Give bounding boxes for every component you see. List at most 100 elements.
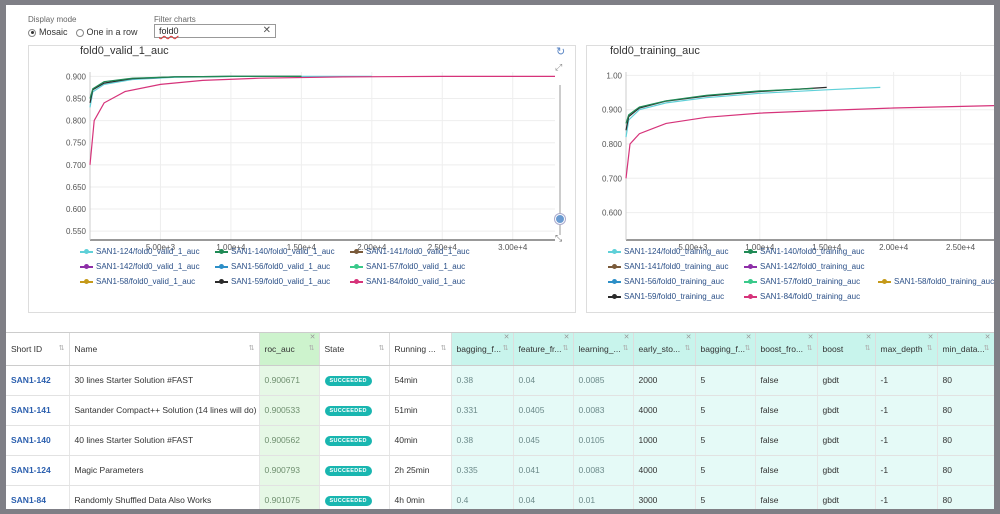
legend-item[interactable]: SAN1-84/fold0_valid_1_auc — [350, 277, 465, 286]
legend-item[interactable]: SAN1-140/fold0_training_auc — [744, 247, 865, 256]
column-header[interactable]: feature_fr... ⇅ ✕ — [513, 333, 574, 366]
cell-state: SUCCEEDED — [319, 455, 390, 486]
legend-item[interactable]: SAN1-124/fold0_valid_1_auc — [80, 247, 200, 256]
radio-unchecked-icon — [75, 28, 84, 37]
pan-icon[interactable]: ⤢ — [555, 62, 562, 73]
cell-state: SUCCEEDED — [319, 485, 390, 509]
column-header[interactable]: max_depth ⇅ ✕ — [875, 333, 938, 366]
chart-training-plot[interactable]: 1.000.9000.8000.7000.6005.00e+3 1.00e+4 1.… — [588, 60, 994, 250]
run-id-link[interactable]: SAN1-84 — [11, 495, 46, 505]
table-row[interactable]: SAN1-84 Randomly Shuffled Data Also Works… — [6, 485, 994, 509]
legend-item[interactable]: SAN1-141/fold0_valid_1_auc — [350, 247, 470, 256]
cell-parameter: 5 — [695, 485, 756, 509]
legend-item[interactable]: SAN1-142/fold0_valid_1_auc — [80, 262, 200, 271]
legend-item[interactable]: SAN1-140/fold0_valid_1_auc — [215, 247, 335, 256]
filter-input[interactable]: fold0 ✕ — [154, 24, 276, 38]
legend-item[interactable]: SAN1-56/fold0_training_auc — [608, 277, 724, 286]
column-header[interactable]: Running ... ⇅ — [389, 333, 452, 366]
chart-valid-plot[interactable]: 0.900 0.850 0.800 0.750 0.700 0.650 0.600 0.550… — [28, 60, 558, 250]
status-badge: SUCCEEDED — [324, 406, 372, 416]
legend-item[interactable]: SAN1-59/fold0_training_auc — [608, 292, 724, 301]
table-row[interactable]: SAN1-124 Magic Parameters 0.900793 SUCCEEDE… — [6, 455, 994, 486]
remove-column-icon[interactable]: ✕ — [564, 333, 570, 341]
legend-item[interactable]: SAN1-58/fold0_training_auc — [878, 277, 994, 286]
mode-mosaic-option[interactable]: Mosaic — [28, 27, 68, 37]
series-line-san1-140[interactable] — [89, 75, 302, 99]
smoothing-slider-handle[interactable] — [555, 214, 565, 224]
column-header[interactable]: State ⇅ — [319, 333, 390, 366]
table-row[interactable]: SAN1-140 40 lines Starter Solution #FAST 0… — [6, 425, 994, 456]
y-tick-label: 1.00 — [606, 71, 622, 80]
remove-column-icon[interactable]: ✕ — [310, 333, 316, 341]
column-header[interactable]: Name ⇅ — [69, 333, 260, 366]
cell-parameter: gbdt — [817, 485, 876, 509]
cell-parameter: 0.0083 — [573, 395, 634, 426]
remove-column-icon[interactable]: ✕ — [624, 333, 630, 341]
cell-short-id[interactable]: SAN1-142 — [6, 365, 70, 396]
cell-parameter: 0.331 — [451, 395, 514, 426]
column-header[interactable]: Short ID ⇅ — [6, 333, 70, 366]
legend-item[interactable]: SAN1-56/fold0_valid_1_auc — [215, 262, 330, 271]
y-tick-label: 0.800 — [602, 140, 623, 149]
legend-item[interactable]: SAN1-57/fold0_training_auc — [744, 277, 860, 286]
mode-one-in-row-option[interactable]: One in a row — [75, 27, 138, 37]
reset-zoom-icon[interactable]: ↻ — [556, 45, 565, 58]
series-line-san1-84[interactable] — [625, 105, 994, 179]
legend-item[interactable]: SAN1-57/fold0_valid_1_auc — [350, 262, 465, 271]
chart-settings-icon[interactable]: ⤡ — [555, 233, 562, 244]
sort-icon[interactable]: ⇅ — [685, 344, 691, 352]
sort-icon[interactable]: ⇅ — [503, 344, 509, 352]
legend-item[interactable]: SAN1-58/fold0_valid_1_auc — [80, 277, 195, 286]
run-id-link[interactable]: SAN1-140 — [11, 435, 51, 445]
smoothing-slider-track[interactable] — [559, 85, 561, 235]
sort-icon[interactable]: ⇅ — [563, 344, 569, 352]
table-row[interactable]: SAN1-141 Santander Compact++ Solution (14… — [6, 395, 994, 426]
y-tick-label: 0.650 — [66, 183, 87, 192]
sort-icon[interactable]: ⇅ — [865, 344, 871, 352]
column-header[interactable]: boost ⇅ ✕ — [817, 333, 876, 366]
cell-short-id[interactable]: SAN1-124 — [6, 455, 70, 486]
sort-icon[interactable]: ⇅ — [59, 344, 65, 352]
column-header[interactable]: bagging_f... ⇅ ✕ — [695, 333, 756, 366]
remove-column-icon[interactable]: ✕ — [686, 333, 692, 341]
sort-icon[interactable]: ⇅ — [807, 344, 813, 352]
cell-short-id[interactable]: SAN1-84 — [6, 485, 70, 509]
table-row[interactable]: SAN1-142 30 lines Starter Solution #FAST 0… — [6, 365, 994, 396]
column-header[interactable]: bagging_f... ⇅ ✕ — [451, 333, 514, 366]
legend-item[interactable]: SAN1-141/fold0_training_auc — [608, 262, 729, 271]
cell-short-id[interactable]: SAN1-140 — [6, 425, 70, 456]
series-line-san1-124[interactable] — [625, 86, 881, 138]
clear-icon[interactable]: ✕ — [263, 25, 271, 36]
remove-column-icon[interactable]: ✕ — [504, 333, 510, 341]
remove-column-icon[interactable]: ✕ — [928, 333, 934, 341]
run-id-link[interactable]: SAN1-142 — [11, 375, 51, 385]
roc-auc-value: 0.900562 — [264, 435, 300, 445]
sort-icon[interactable]: ⇅ — [379, 344, 385, 352]
legend-item[interactable]: SAN1-84/fold0_training_auc — [744, 292, 860, 301]
run-id-link[interactable]: SAN1-141 — [11, 405, 51, 415]
radio-checked-icon — [28, 28, 36, 37]
legend-item[interactable]: SAN1-59/fold0_valid_1_auc — [215, 277, 330, 286]
remove-column-icon[interactable]: ✕ — [985, 333, 991, 341]
column-header[interactable]: min_data... ⇅ ✕ — [937, 333, 994, 366]
column-header[interactable]: roc_auc ⇅ ✕ — [259, 333, 320, 366]
cell-parameter: 2000 — [633, 365, 696, 396]
sort-icon[interactable]: ⇅ — [441, 344, 447, 352]
sort-icon[interactable]: ⇅ — [249, 344, 255, 352]
run-id-link[interactable]: SAN1-124 — [11, 465, 51, 475]
sort-icon[interactable]: ⇅ — [623, 344, 629, 352]
column-header[interactable]: learning_... ⇅ ✕ — [573, 333, 634, 366]
remove-column-icon[interactable]: ✕ — [746, 333, 752, 341]
sort-icon[interactable]: ⇅ — [309, 344, 315, 352]
column-header[interactable]: boost_fro... ⇅ ✕ — [755, 333, 818, 366]
sort-icon[interactable]: ⇅ — [927, 344, 933, 352]
remove-column-icon[interactable]: ✕ — [866, 333, 872, 341]
column-header[interactable]: early_sto... ⇅ ✕ — [633, 333, 696, 366]
sort-icon[interactable]: ⇅ — [984, 344, 990, 352]
cell-short-id[interactable]: SAN1-141 — [6, 395, 70, 426]
legend-item[interactable]: SAN1-142/fold0_training_auc — [744, 262, 865, 271]
sort-icon[interactable]: ⇅ — [745, 344, 751, 352]
legend-item[interactable]: SAN1-124/fold0_training_auc — [608, 247, 729, 256]
remove-column-icon[interactable]: ✕ — [808, 333, 814, 341]
y-tick-label: 0.700 — [602, 174, 623, 183]
